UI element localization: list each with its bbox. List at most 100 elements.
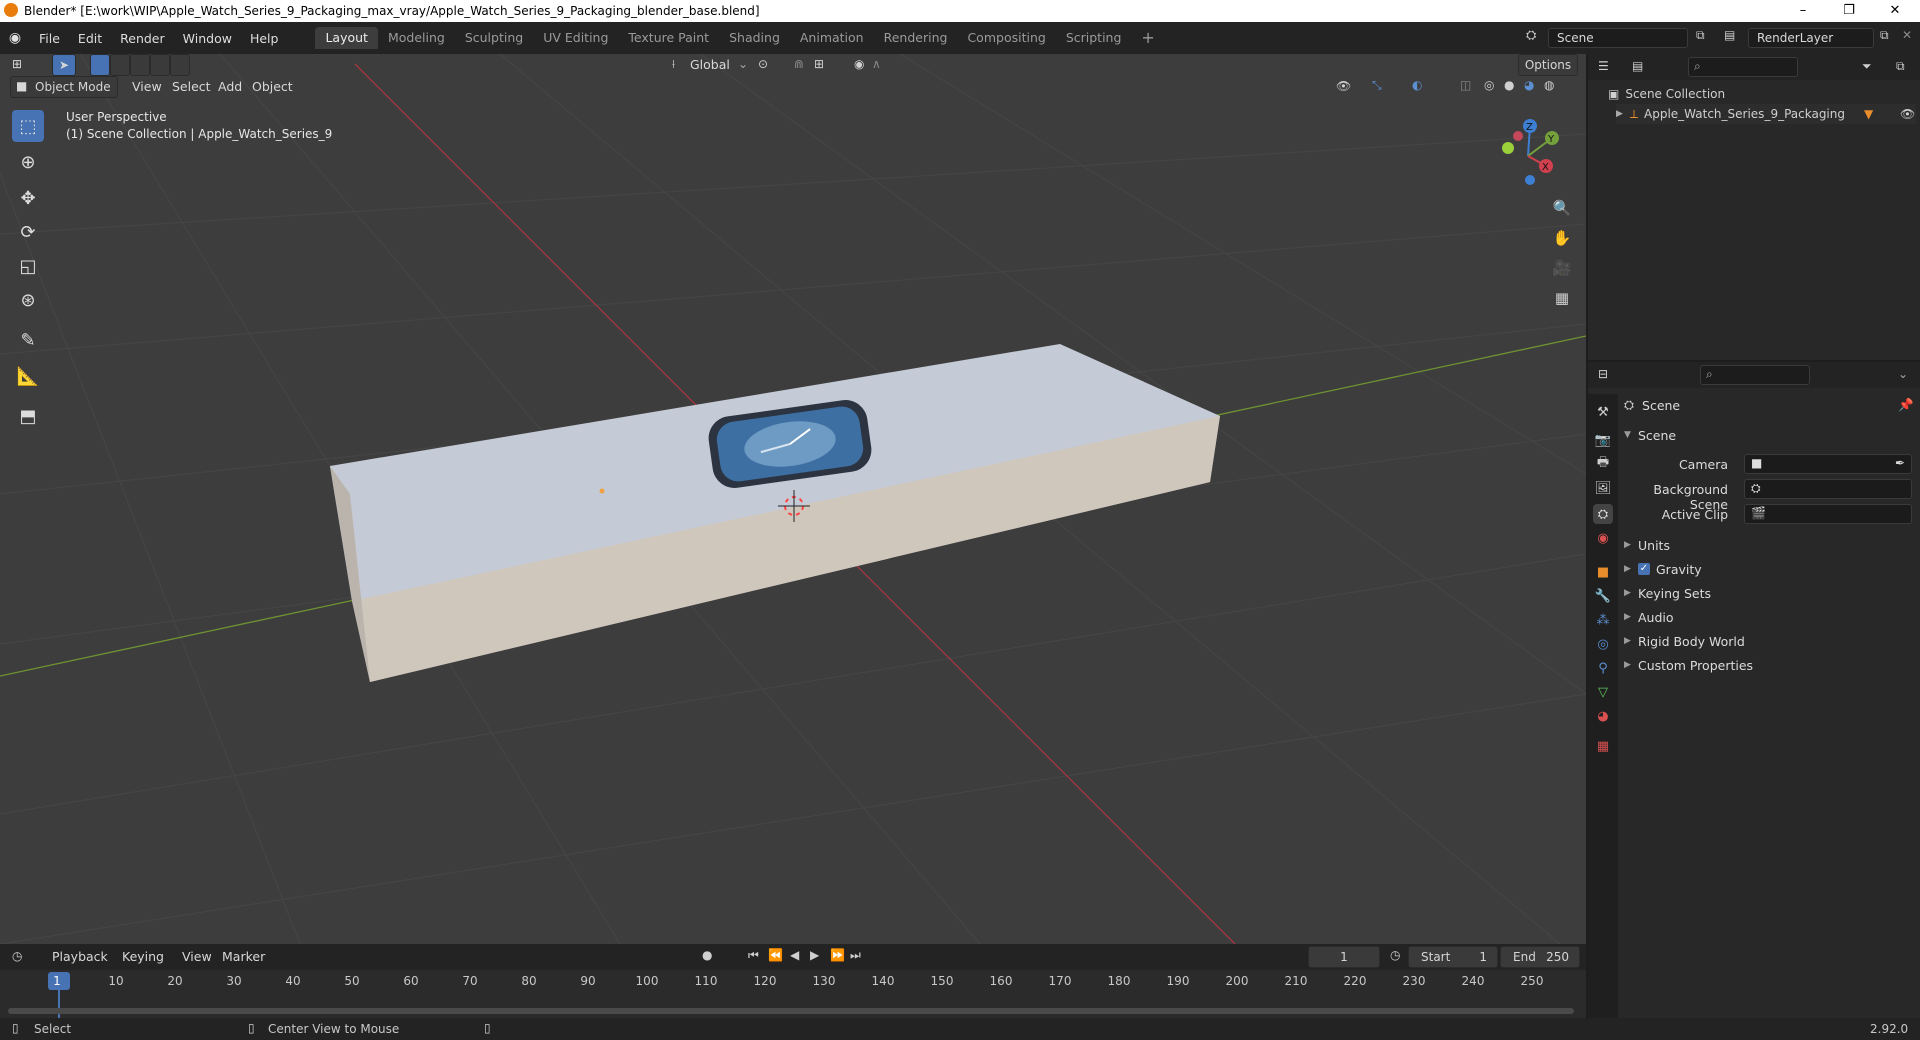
add-workspace-button[interactable]: +: [1131, 27, 1164, 49]
tab-animation[interactable]: Animation: [790, 27, 874, 49]
select-mode-intersect[interactable]: [170, 54, 190, 76]
particles-tab-icon[interactable]: ⁂: [1593, 610, 1613, 630]
visibility-icon[interactable]: 👁: [1336, 79, 1351, 93]
transform-tool[interactable]: ⊛: [12, 284, 44, 316]
current-frame-field[interactable]: 1: [1308, 946, 1380, 968]
restore-button[interactable]: ❐: [1826, 0, 1872, 22]
snap-icon[interactable]: ⋒: [794, 57, 804, 71]
select-box-tool[interactable]: ⬚: [12, 110, 44, 142]
cursor-tool[interactable]: ⊕: [12, 146, 44, 178]
display-mode-icon[interactable]: ▤: [1632, 59, 1643, 73]
close-button[interactable]: ✕: [1872, 0, 1918, 22]
menu-help[interactable]: Help: [241, 31, 288, 46]
material-shading-icon[interactable]: ◕: [1524, 78, 1534, 92]
constraints-tab-icon[interactable]: ⚲: [1593, 658, 1613, 678]
rendered-shading-icon[interactable]: ◍: [1544, 78, 1554, 92]
tab-compositing[interactable]: Compositing: [957, 27, 1055, 49]
proportional-edit-icon[interactable]: ◉: [854, 57, 864, 71]
eyedropper-icon[interactable]: ✒: [1895, 456, 1905, 470]
outliner-editor[interactable]: ☰ ▤ ⌕ ⏷ ⧉ ▣ Scene Collection ▶ ⟂ Apple_W…: [1588, 54, 1920, 360]
zoom-icon[interactable]: 🔍: [1548, 194, 1576, 222]
jump-end-icon[interactable]: ⏭: [850, 948, 861, 963]
xray-icon[interactable]: ◫: [1460, 78, 1471, 92]
menu-window[interactable]: Window: [174, 31, 241, 46]
wireframe-shading-icon[interactable]: ◎: [1484, 78, 1494, 92]
play-icon[interactable]: ▶: [810, 948, 819, 962]
pan-hand-icon[interactable]: ✋: [1548, 224, 1576, 252]
world-tab-icon[interactable]: ◉: [1593, 528, 1613, 548]
annotate-tool[interactable]: ✎: [12, 324, 44, 356]
remove-renderlayer-icon[interactable]: ✕: [1902, 28, 1912, 42]
tool-tab-icon[interactable]: ⚒: [1593, 402, 1613, 422]
menu-keying[interactable]: Keying: [122, 949, 164, 964]
menu-select[interactable]: Select: [172, 79, 211, 94]
panel-units[interactable]: ▶ Units: [1624, 534, 1916, 556]
start-frame-field[interactable]: Start 1: [1408, 946, 1498, 968]
options-button[interactable]: Options: [1518, 54, 1578, 76]
camera-view-icon[interactable]: 🎥: [1548, 254, 1576, 282]
move-tool[interactable]: ✥: [12, 182, 44, 214]
menu-file[interactable]: File: [30, 31, 69, 46]
new-renderlayer-icon[interactable]: ⧉: [1880, 28, 1889, 43]
filter-icon[interactable]: ⏷: [1862, 59, 1872, 74]
outliner-search-input[interactable]: [1688, 57, 1798, 77]
record-icon[interactable]: ●: [702, 948, 712, 962]
select-mode-new[interactable]: [90, 54, 110, 76]
new-scene-icon[interactable]: ⧉: [1696, 28, 1705, 43]
frame-ruler[interactable]: 1 10 20 30 40 50 60 70 80 90 100 110 120 130 140 150 160…: [0, 972, 1586, 992]
scene-tab-icon[interactable]: ⛭: [1593, 504, 1613, 524]
menu-object[interactable]: Object: [252, 79, 293, 94]
object-tab-icon[interactable]: ■: [1593, 562, 1613, 582]
solid-shading-icon[interactable]: ●: [1504, 78, 1514, 92]
tab-sculpting[interactable]: Sculpting: [455, 27, 533, 49]
tab-uv-editing[interactable]: UV Editing: [533, 27, 618, 49]
tab-modeling[interactable]: Modeling: [378, 27, 455, 49]
measure-tool[interactable]: 📐: [12, 360, 44, 392]
ortho-grid-icon[interactable]: ▦: [1548, 284, 1576, 312]
timeline-editor-icon[interactable]: ◷: [12, 949, 22, 963]
3d-viewport[interactable]: ⊞ ➤ ⟊ Global ⌄ ⊙ ⋒ ⊞ ◉ ∧ Options Object …: [0, 54, 1586, 944]
panel-gravity[interactable]: ▶ ✓ Gravity: [1624, 558, 1916, 580]
chevron-down-icon[interactable]: ⌄: [1898, 367, 1908, 381]
panel-custom-properties[interactable]: ▶ Custom Properties: [1624, 654, 1916, 676]
outliner-editor-icon[interactable]: ☰: [1598, 59, 1609, 73]
view-layer-tab-icon[interactable]: 🖼: [1593, 478, 1613, 498]
select-mode-invert[interactable]: [150, 54, 170, 76]
menu-render[interactable]: Render: [111, 31, 174, 46]
overlay-toggle-icon[interactable]: ◐: [1412, 78, 1422, 92]
output-tab-icon[interactable]: 🖶: [1593, 454, 1613, 474]
expand-arrow-icon[interactable]: ▶: [1616, 109, 1630, 119]
rotate-tool[interactable]: ⟳: [12, 216, 44, 248]
outliner-row-scene-collection[interactable]: ▣ Scene Collection: [1608, 84, 1908, 104]
end-frame-field[interactable]: End 250: [1500, 946, 1580, 968]
data-tab-icon[interactable]: ▽: [1593, 682, 1613, 702]
pivot-icon[interactable]: ⊙: [758, 57, 768, 71]
properties-editor-icon[interactable]: ⊟: [1598, 367, 1608, 381]
panel-rigid-body-world[interactable]: ▶ Rigid Body World: [1624, 630, 1916, 652]
jump-start-icon[interactable]: ⏮: [748, 948, 759, 963]
tab-texture-paint[interactable]: Texture Paint: [618, 27, 719, 49]
prev-keyframe-icon[interactable]: ⏪: [768, 948, 783, 962]
tab-layout[interactable]: Layout: [315, 27, 378, 49]
scene-selector[interactable]: Scene: [1548, 28, 1688, 48]
eye-visibility-icon[interactable]: 👁: [1900, 107, 1915, 121]
scale-tool[interactable]: ◱: [12, 250, 44, 282]
add-cube-tool[interactable]: ⬒: [12, 400, 44, 432]
snap-target-icon[interactable]: ⊞: [814, 57, 824, 71]
texture-tab-icon[interactable]: ▦: [1593, 736, 1613, 756]
falloff-icon[interactable]: ∧: [872, 57, 881, 71]
panel-keying-sets[interactable]: ▶ Keying Sets: [1624, 582, 1916, 604]
active-clip-field[interactable]: 🎬: [1744, 504, 1912, 524]
properties-search-input[interactable]: [1700, 365, 1810, 385]
modifier-tab-icon[interactable]: 🔧: [1593, 586, 1613, 606]
menu-view[interactable]: View: [132, 79, 162, 94]
pin-icon[interactable]: 📌: [1898, 397, 1914, 413]
scene-panel-header[interactable]: ▼ Scene: [1624, 424, 1916, 446]
select-tool-button[interactable]: ➤: [52, 54, 76, 76]
select-mode-extend[interactable]: [110, 54, 130, 76]
navigation-gizmo[interactable]: Z Y X: [1488, 112, 1568, 192]
outliner-row-object[interactable]: ▶ ⟂ Apple_Watch_Series_9_Packaging ▼ 👁: [1616, 104, 1916, 124]
renderlayer-selector[interactable]: RenderLayer: [1748, 28, 1874, 48]
gizmo-toggle-icon[interactable]: ⤡: [1372, 78, 1382, 93]
menu-marker[interactable]: Marker: [222, 949, 265, 964]
